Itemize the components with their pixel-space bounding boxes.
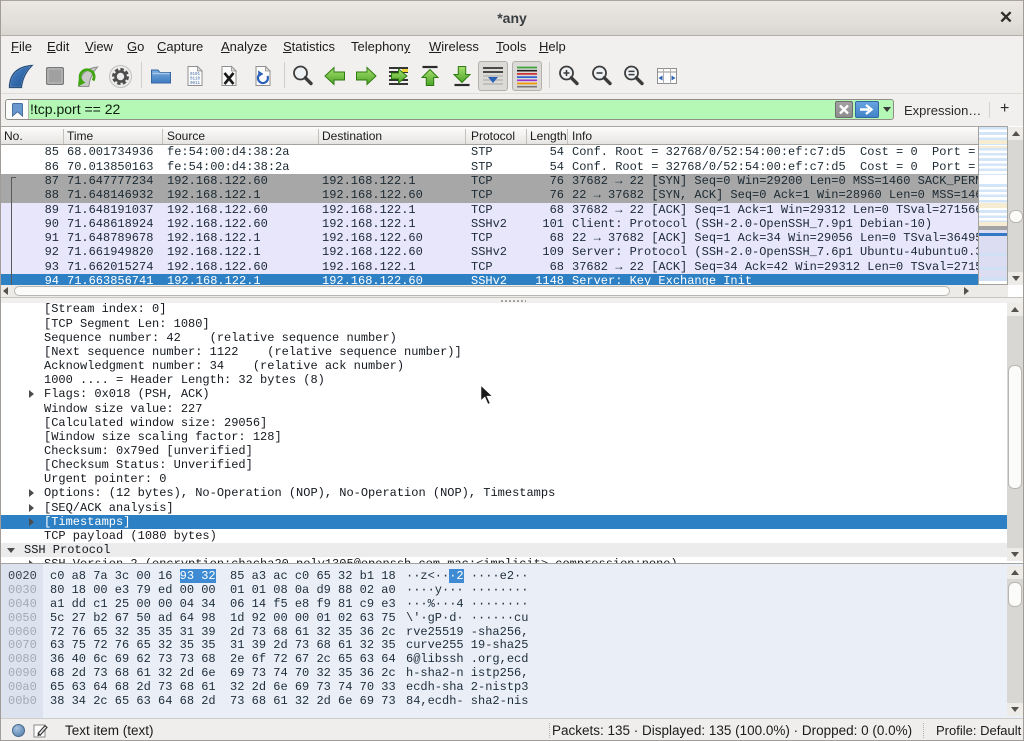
svg-text:0110: 0110 xyxy=(190,78,201,82)
svg-text:0101: 0101 xyxy=(190,73,201,77)
svg-text:0011: 0011 xyxy=(190,82,201,86)
